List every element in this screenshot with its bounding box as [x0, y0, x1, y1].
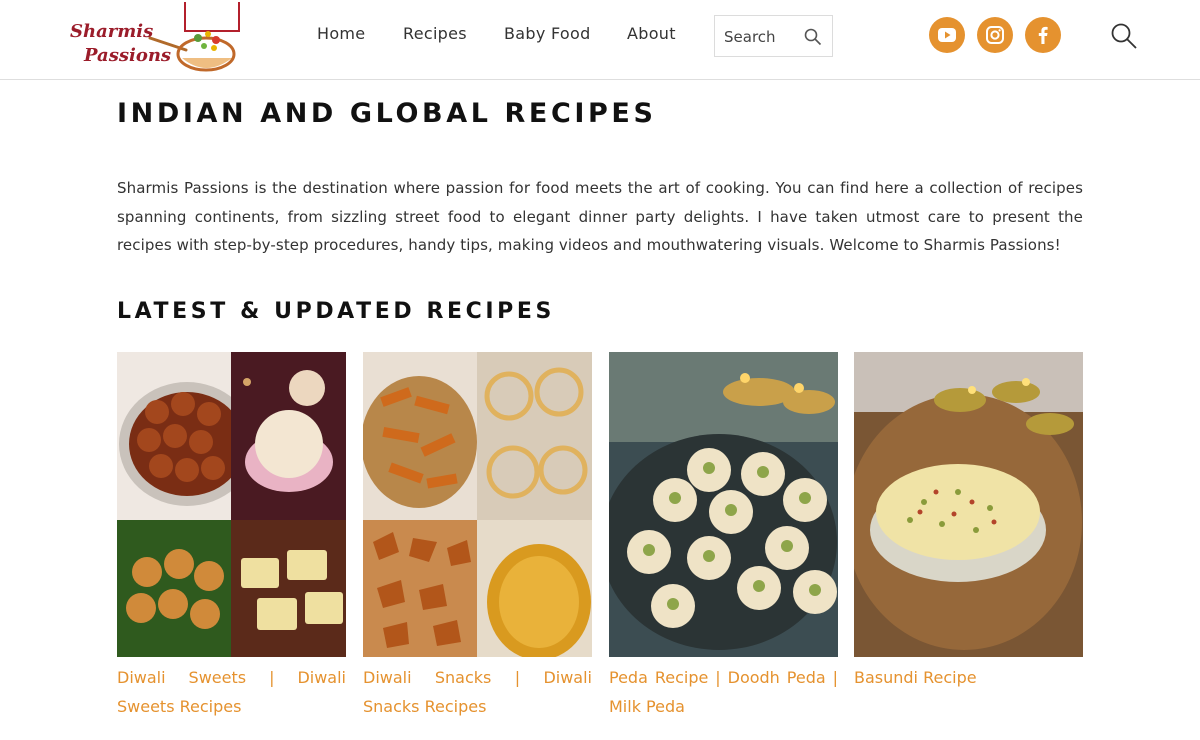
recipe-card: Basundi Recipe	[846, 352, 1083, 692]
site-header: Sharmis Passions Home Recipes Baby Food …	[0, 0, 1200, 80]
header-search-box	[714, 15, 833, 57]
nav-baby-food[interactable]: Baby Food	[504, 24, 591, 43]
header-search-icon[interactable]	[1110, 22, 1138, 50]
search-input[interactable]	[724, 26, 804, 48]
instagram-button[interactable]	[977, 17, 1013, 53]
youtube-icon	[938, 28, 956, 42]
latest-recipes-heading: LATEST & UPDATED RECIPES	[117, 299, 555, 324]
recipe-card-title[interactable]: Peda Recipe | Doodh Peda | Milk Peda	[609, 663, 838, 721]
recipe-card: Diwali Sweets | Diwali Sweets Recipes	[117, 352, 346, 721]
logo-line-2: Passions	[84, 45, 172, 66]
search-icon[interactable]	[804, 28, 822, 46]
recipe-card-image[interactable]	[601, 352, 838, 657]
recipe-card-image[interactable]	[361, 352, 592, 660]
nav-home[interactable]: Home	[317, 24, 365, 43]
youtube-button[interactable]	[929, 17, 965, 53]
recipe-card: Peda Recipe | Doodh Peda | Milk Peda	[601, 352, 838, 721]
recipe-card: Diwali Snacks | Diwali Snacks Recipes	[361, 352, 592, 721]
nav-about[interactable]: About	[627, 24, 676, 43]
intro-paragraph: Sharmis Passions is the destination wher…	[117, 179, 1083, 254]
recipe-card-title[interactable]: Diwali Sweets | Diwali Sweets Recipes	[117, 663, 346, 721]
page-title: INDIAN AND GLOBAL RECIPES	[117, 98, 657, 129]
logo-wordmark: Sharmis Passions	[70, 20, 171, 68]
recipe-card-image[interactable]	[117, 352, 346, 657]
logo-line-1: Sharmis	[70, 21, 154, 42]
recipe-card-title[interactable]: Basundi Recipe	[854, 663, 1083, 692]
facebook-button[interactable]	[1025, 17, 1061, 53]
facebook-icon	[1038, 26, 1048, 44]
recipe-card-image[interactable]	[846, 352, 1083, 657]
instagram-icon	[986, 26, 1004, 44]
recipe-card-title[interactable]: Diwali Snacks | Diwali Snacks Recipes	[363, 663, 592, 721]
nav-recipes[interactable]: Recipes	[403, 24, 467, 43]
site-logo[interactable]: Sharmis Passions	[66, 2, 242, 76]
